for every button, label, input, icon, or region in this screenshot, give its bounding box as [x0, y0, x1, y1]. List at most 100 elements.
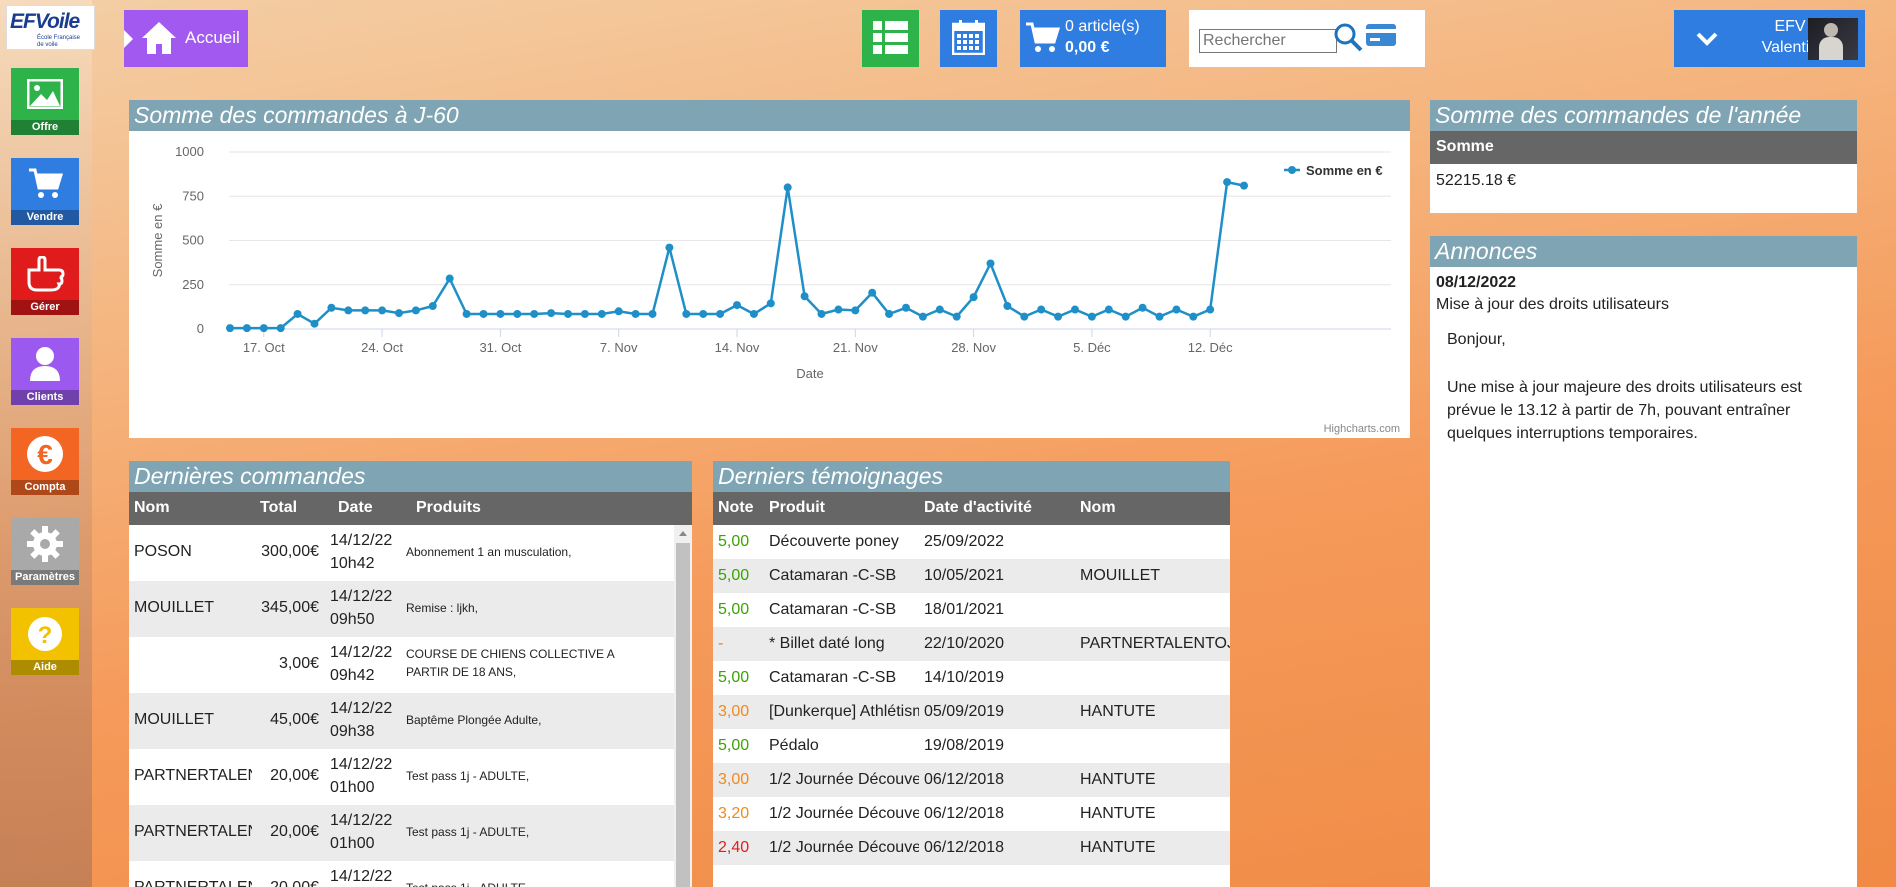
data-point[interactable]	[733, 301, 741, 310]
data-point[interactable]	[378, 306, 387, 315]
data-point[interactable]	[648, 309, 657, 318]
orders-scrollbar[interactable]	[674, 525, 692, 887]
data-point[interactable]	[293, 309, 302, 318]
data-point[interactable]	[1138, 303, 1147, 312]
order-row[interactable]: PARTNERTALENTOJ20,00€14/12/22Test pass 1…	[129, 861, 674, 887]
data-point[interactable]	[580, 309, 589, 318]
order-row[interactable]: PARTNERTALENTOJ20,00€14/12/2201h00Test p…	[129, 805, 674, 861]
sidebar-item-aide[interactable]: ? Aide	[11, 608, 79, 675]
legend-marker	[1288, 166, 1296, 174]
order-row[interactable]: MOUILLET 45,00€ 14/12/22 09h38 Baptême Plong…	[129, 693, 674, 749]
data-point[interactable]	[564, 309, 572, 318]
order-row[interactable]: PARTNERTALENTOJ20,00€14/12/2201h00Test p…	[129, 749, 674, 805]
data-point[interactable]	[665, 243, 674, 252]
data-point[interactable]	[1087, 312, 1096, 321]
data-point[interactable]	[783, 183, 792, 192]
data-point[interactable]	[344, 306, 353, 315]
data-point[interactable]	[445, 274, 454, 283]
review-row[interactable]: 5,00 Catamaran -C-SB 10/05/2021 MOUILLET	[713, 559, 1230, 593]
data-point[interactable]	[530, 309, 539, 318]
review-row[interactable]: 2,40 1/2 Journée Découverte 06/12/2018 HANT…	[713, 831, 1230, 865]
data-point[interactable]	[699, 309, 708, 318]
data-point[interactable]	[766, 299, 775, 308]
data-point[interactable]	[1020, 312, 1029, 321]
data-point[interactable]	[395, 309, 403, 318]
data-point[interactable]	[259, 324, 268, 333]
review-row[interactable]: 5,00 Découverte poney 25/09/2022	[713, 525, 1230, 559]
data-point[interactable]	[276, 324, 285, 333]
review-row[interactable]: 5,00 Pédalo 19/08/2019	[713, 729, 1230, 763]
data-point[interactable]	[834, 305, 843, 314]
data-point[interactable]	[226, 324, 234, 333]
search-icon[interactable]	[1333, 22, 1363, 52]
order-row[interactable]: 3,00€ 14/12/22 09h42 COURSE DE CHIENS COLLE…	[129, 637, 674, 693]
data-point[interactable]	[1071, 305, 1079, 314]
sidebar-item-clients[interactable]: Clients	[11, 338, 79, 405]
data-point[interactable]	[1104, 305, 1113, 314]
user-menu[interactable]: EFV Valentin	[1674, 10, 1865, 67]
data-point[interactable]	[631, 309, 640, 318]
data-point[interactable]	[952, 312, 961, 321]
data-point[interactable]	[935, 305, 944, 314]
data-point[interactable]	[327, 303, 336, 312]
data-point[interactable]	[885, 309, 894, 318]
order-row[interactable]: MOUILLET 345,00€ 14/12/22 09h50 Remise : ljk…	[129, 581, 674, 637]
logo[interactable]: EFVoile École Française de voile	[6, 5, 95, 50]
scrollbar-thumb[interactable]	[676, 543, 690, 887]
review-row[interactable]: 3,00 1/2 Journée Découverte 06/12/2018 HANT…	[713, 763, 1230, 797]
data-point[interactable]	[918, 312, 927, 321]
review-row[interactable]: 5,00 Catamaran -C-SB 18/01/2021	[713, 593, 1230, 627]
scroll-up-arrow-icon[interactable]	[679, 531, 687, 536]
data-point[interactable]	[411, 306, 420, 315]
list-view-button[interactable]	[862, 10, 919, 67]
data-point[interactable]	[614, 307, 623, 316]
data-point[interactable]	[597, 309, 606, 318]
sidebar-item-compta[interactable]: € Compta	[11, 428, 79, 495]
data-point[interactable]	[1240, 181, 1248, 190]
sidebar-item-vendre[interactable]: Vendre	[11, 158, 79, 225]
cart-button[interactable]: 0 article(s) 0,00 €	[1020, 10, 1166, 67]
data-point[interactable]	[547, 309, 556, 318]
data-point[interactable]	[682, 309, 691, 318]
data-point[interactable]	[242, 324, 251, 333]
data-point[interactable]	[361, 306, 370, 315]
chart-credit[interactable]: Highcharts.com	[1324, 423, 1400, 435]
review-row[interactable]: 5,00 Catamaran -C-SB 14/10/2019	[713, 661, 1230, 695]
sidebar-item-paramtres[interactable]: Paramètres	[11, 518, 79, 585]
order-row[interactable]: POSON 300,00€ 14/12/22 10h42 Abonnement 1 an…	[129, 525, 674, 581]
data-point[interactable]	[1189, 312, 1198, 321]
credit-card-icon[interactable]	[1365, 23, 1397, 47]
data-point[interactable]	[310, 319, 319, 328]
search-input[interactable]	[1199, 29, 1337, 53]
data-point[interactable]	[1223, 178, 1232, 187]
data-point[interactable]	[817, 309, 826, 318]
data-point[interactable]	[1003, 301, 1012, 310]
data-point[interactable]	[513, 309, 522, 318]
data-point[interactable]	[1037, 305, 1046, 314]
data-point[interactable]	[1054, 312, 1063, 321]
data-point[interactable]	[1121, 312, 1130, 321]
data-point[interactable]	[851, 306, 860, 315]
data-point[interactable]	[1172, 305, 1181, 314]
data-point[interactable]	[496, 309, 505, 318]
review-row[interactable]: 3,00 [Dunkerque] Athlétisme 05/09/2019 HANT…	[713, 695, 1230, 729]
data-point[interactable]	[479, 309, 488, 318]
data-point[interactable]	[428, 301, 437, 310]
sidebar-item-offre[interactable]: Offre	[11, 68, 79, 135]
review-row[interactable]: 3,20 1/2 Journée Découverte 06/12/2018 HANT…	[713, 797, 1230, 831]
legend-label[interactable]: Somme en €	[1306, 163, 1383, 178]
calendar-button[interactable]	[940, 10, 997, 67]
data-point[interactable]	[902, 303, 910, 312]
sidebar-item-grer[interactable]: Gérer	[11, 248, 79, 315]
data-point[interactable]	[1155, 312, 1164, 321]
data-point[interactable]	[716, 309, 725, 318]
data-point[interactable]	[868, 288, 877, 297]
review-row[interactable]: - * Billet daté long 22/10/2020 PARTNERTALE…	[713, 627, 1230, 661]
data-point[interactable]	[800, 292, 809, 301]
home-button[interactable]: Accueil	[124, 10, 248, 67]
data-point[interactable]	[1206, 305, 1215, 314]
data-point[interactable]	[969, 293, 978, 302]
data-point[interactable]	[462, 309, 471, 318]
data-point[interactable]	[749, 309, 758, 318]
data-point[interactable]	[986, 259, 995, 268]
